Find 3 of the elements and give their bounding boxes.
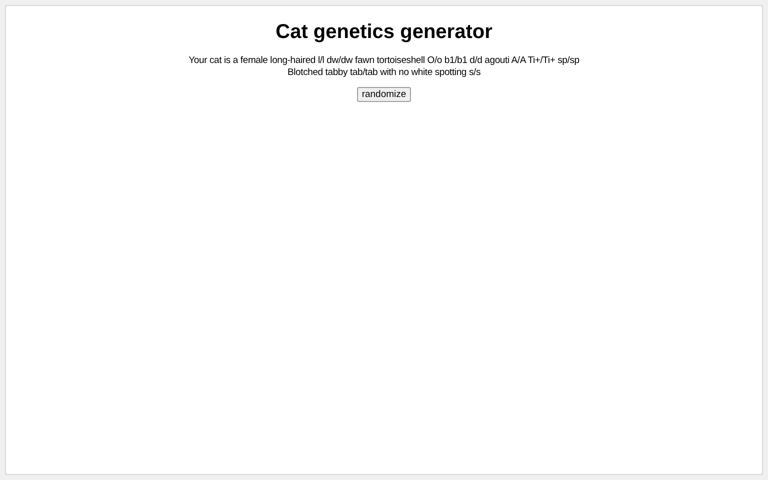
- randomize-button[interactable]: randomize: [356, 87, 412, 102]
- page-title: Cat genetics generator: [276, 20, 492, 44]
- description-text: Your cat is a female long-haired l/l dw/dw fawn tortoiseshell O/o b1/b1 d/d agouti A/A Ti+/Ti+ sp/sp Blotched tabby tab/tab with no white spotting s/s: [188, 55, 580, 79]
